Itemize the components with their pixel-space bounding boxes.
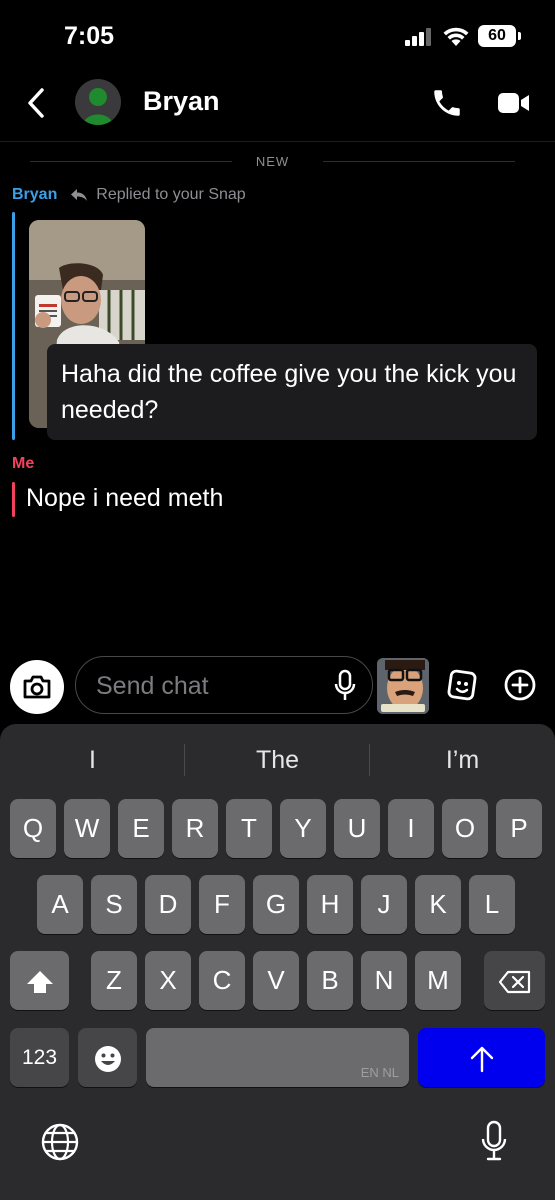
bitmoji-sticker-button[interactable] (377, 658, 429, 714)
wifi-icon (443, 27, 469, 46)
key-e[interactable]: E (118, 799, 164, 858)
key-m[interactable]: M (415, 951, 461, 1010)
key-a[interactable]: A (37, 875, 83, 934)
sender-name-me: Me (12, 455, 35, 472)
new-messages-divider: NEW (30, 150, 515, 174)
reply-arrow-icon (70, 188, 87, 201)
emoji-face-icon (94, 1046, 121, 1073)
suggestion-3[interactable]: I’m (370, 738, 555, 782)
key-i[interactable]: I (388, 799, 434, 858)
key-x[interactable]: X (145, 951, 191, 1010)
key-z[interactable]: Z (91, 951, 137, 1010)
reply-label: Replied to your Snap (96, 186, 246, 203)
sender-name-bryan: Bryan (12, 186, 58, 203)
key-c[interactable]: C (199, 951, 245, 1010)
key-b[interactable]: B (307, 951, 353, 1010)
dictation-microphone-icon[interactable] (480, 1120, 508, 1162)
ios-keyboard: I The I’m Q W E R T Y U I O P A S D F G … (0, 724, 555, 1200)
emoji-key[interactable] (78, 1028, 137, 1087)
suggestion-1[interactable]: I (0, 738, 185, 782)
camera-icon (23, 675, 51, 699)
backspace-icon (498, 971, 530, 994)
key-y[interactable]: Y (280, 799, 326, 858)
globe-icon[interactable] (40, 1122, 80, 1162)
numbers-key[interactable]: 123 (10, 1028, 69, 1087)
send-chat-placeholder: Send chat (96, 672, 209, 700)
key-p[interactable]: P (496, 799, 542, 858)
contact-name[interactable]: Bryan (143, 86, 220, 117)
shift-arrow-icon (26, 971, 53, 994)
keyboard-language-label: EN NL (360, 1065, 399, 1080)
phone-call-icon[interactable] (430, 86, 464, 120)
contact-avatar[interactable] (75, 79, 121, 125)
shift-key[interactable] (10, 951, 69, 1010)
video-call-icon[interactable] (497, 90, 531, 116)
send-chat-input[interactable]: Send chat (75, 656, 373, 714)
key-g[interactable]: G (253, 875, 299, 934)
back-chevron-icon[interactable] (22, 86, 52, 120)
key-d[interactable]: D (145, 875, 191, 934)
key-q[interactable]: Q (10, 799, 56, 858)
my-message-text: Nope i need meth (26, 484, 224, 512)
reply-meta: Bryan Replied to your Snap (12, 186, 246, 208)
space-key[interactable]: EN NL (146, 1028, 409, 1087)
sticker-icon[interactable] (444, 668, 478, 702)
send-return-key[interactable] (418, 1028, 545, 1087)
key-j[interactable]: J (361, 875, 407, 934)
key-o[interactable]: O (442, 799, 488, 858)
key-r[interactable]: R (172, 799, 218, 858)
plus-circle-icon[interactable] (503, 668, 537, 702)
key-k[interactable]: K (415, 875, 461, 934)
default-avatar-icon (83, 88, 113, 125)
key-h[interactable]: H (307, 875, 353, 934)
me-message-bar (12, 482, 15, 517)
up-arrow-icon (470, 1046, 493, 1073)
bryan-message-bar (12, 212, 15, 440)
status-bar: 7:05 60 (0, 0, 555, 70)
key-n[interactable]: N (361, 951, 407, 1010)
chat-header: Bryan (0, 70, 555, 142)
microphone-icon[interactable] (334, 669, 356, 703)
key-u[interactable]: U (334, 799, 380, 858)
key-v[interactable]: V (253, 951, 299, 1010)
cellular-signal-icon (405, 28, 433, 46)
delete-key[interactable] (484, 951, 545, 1010)
suggestion-2[interactable]: The (185, 738, 370, 782)
key-t[interactable]: T (226, 799, 272, 858)
snap-caption-text: Haha did the coffee give you the kick yo… (47, 344, 537, 440)
key-s[interactable]: S (91, 875, 137, 934)
bitmoji-avatar-image (377, 658, 429, 714)
key-f[interactable]: F (199, 875, 245, 934)
battery-icon: 60 (478, 25, 521, 47)
status-time: 7:05 (64, 22, 115, 50)
composer-row: Send chat (0, 650, 555, 722)
camera-button[interactable] (10, 660, 64, 714)
key-w[interactable]: W (64, 799, 110, 858)
key-l[interactable]: L (469, 875, 515, 934)
